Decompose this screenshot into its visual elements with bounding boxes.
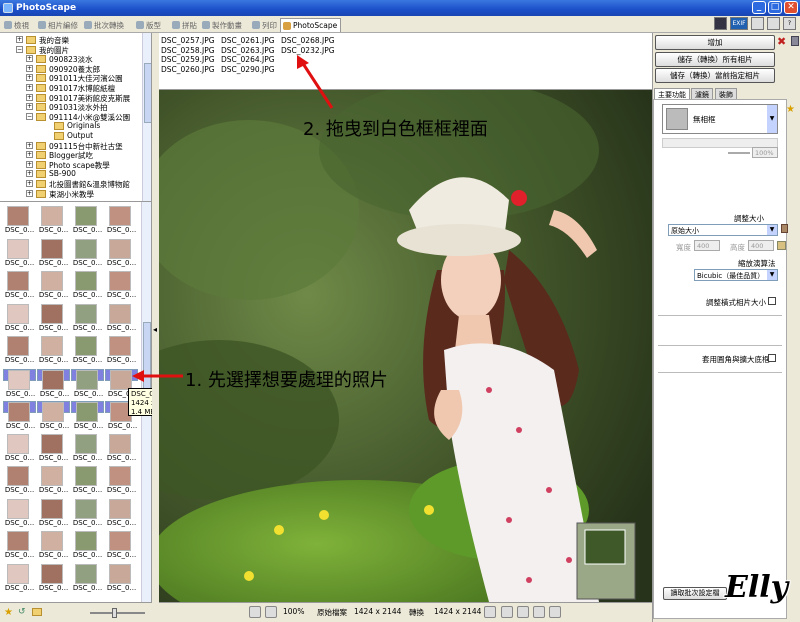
status-bar: 100% 原始檔案 1424 x 2144 轉換 1424 x 2144 [159, 602, 652, 622]
frame-size-slider[interactable] [728, 152, 750, 154]
frame-preview [666, 108, 688, 130]
load-settings-button[interactable]: 讀取批次設定檔 [663, 587, 727, 600]
delete-icon[interactable]: ✖ [777, 35, 786, 48]
chevron-down-icon: ▼ [767, 225, 777, 235]
divider [658, 345, 782, 346]
resize-title: 調整大小 [734, 214, 764, 223]
scale-algo-value: Bicubic（最佳品質） [697, 272, 765, 280]
height-label: 高度 [730, 243, 745, 252]
rotate-left-icon[interactable] [501, 606, 513, 618]
tab-filters[interactable]: 濾鏡 [691, 88, 713, 99]
save-current-button[interactable]: 儲存（轉換）當前指定相片 [655, 68, 775, 83]
tab-decorations[interactable]: 裝飾 [715, 88, 737, 99]
arrow-step1 [132, 370, 183, 382]
divider [658, 315, 782, 316]
portrait-resize-label: 調整橫式相片大小 [706, 298, 766, 307]
convert-size-label: 轉換 [409, 608, 424, 617]
signature-watermark: Elly [725, 570, 789, 605]
frame-value: 無相框 [693, 115, 716, 124]
convert-size-value: 1424 x 2144 [434, 607, 482, 616]
zoom-level: 100% [283, 607, 305, 616]
scale-algo-label: 縮放演算法 [738, 259, 776, 268]
width-field[interactable]: 400 [694, 240, 720, 251]
original-size-value: 1424 x 2144 [354, 607, 402, 616]
width-label: 寬度 [676, 243, 691, 252]
scale-algo-select[interactable]: Bicubic（最佳品質） ▼ [694, 269, 778, 281]
edit-icon[interactable] [777, 241, 786, 250]
frame-percent[interactable]: 100% [752, 147, 778, 158]
arrow-step2 [297, 55, 334, 109]
trash-icon[interactable] [781, 224, 788, 233]
settings-panel: 無相框 ▼ 100% 調整大小 原始大小 ▼ 寬度 400 高度 400 縮放演… [653, 99, 788, 619]
original-size-label: 原始檔案 [317, 608, 347, 617]
trash-icon[interactable] [791, 36, 799, 46]
favorite-star-icon[interactable]: ★ [786, 104, 795, 115]
portrait-resize-checkbox[interactable] [768, 297, 776, 305]
rotate-right-icon[interactable] [517, 606, 529, 618]
height-field[interactable]: 400 [748, 240, 774, 251]
flip-vertical-icon[interactable] [549, 606, 561, 618]
save-all-button[interactable]: 儲存（轉換）所有相片 [655, 52, 775, 67]
round-corner-checkbox[interactable] [768, 354, 776, 362]
frame-selector[interactable]: 無相框 ▼ [662, 104, 778, 134]
chevron-down-icon[interactable]: ▼ [767, 105, 777, 133]
round-corner-label: 套用圓角與擴大底框 [702, 355, 770, 364]
right-panel: 增加 ✖ 儲存（轉換）所有相片 儲存（轉換）當前指定相片 主要功能 濾鏡 裝飾 … [652, 33, 800, 622]
checker-icon[interactable] [484, 606, 496, 618]
zoom-in-icon[interactable] [249, 606, 261, 618]
add-button[interactable]: 增加 [655, 35, 775, 50]
resize-select[interactable]: 原始大小 ▼ [668, 224, 778, 236]
tab-main-functions[interactable]: 主要功能 [654, 88, 690, 99]
zoom-out-icon[interactable] [265, 606, 277, 618]
chevron-down-icon: ▼ [767, 270, 777, 280]
flip-icon[interactable] [533, 606, 545, 618]
divider [658, 372, 782, 373]
resize-value: 原始大小 [671, 227, 699, 235]
